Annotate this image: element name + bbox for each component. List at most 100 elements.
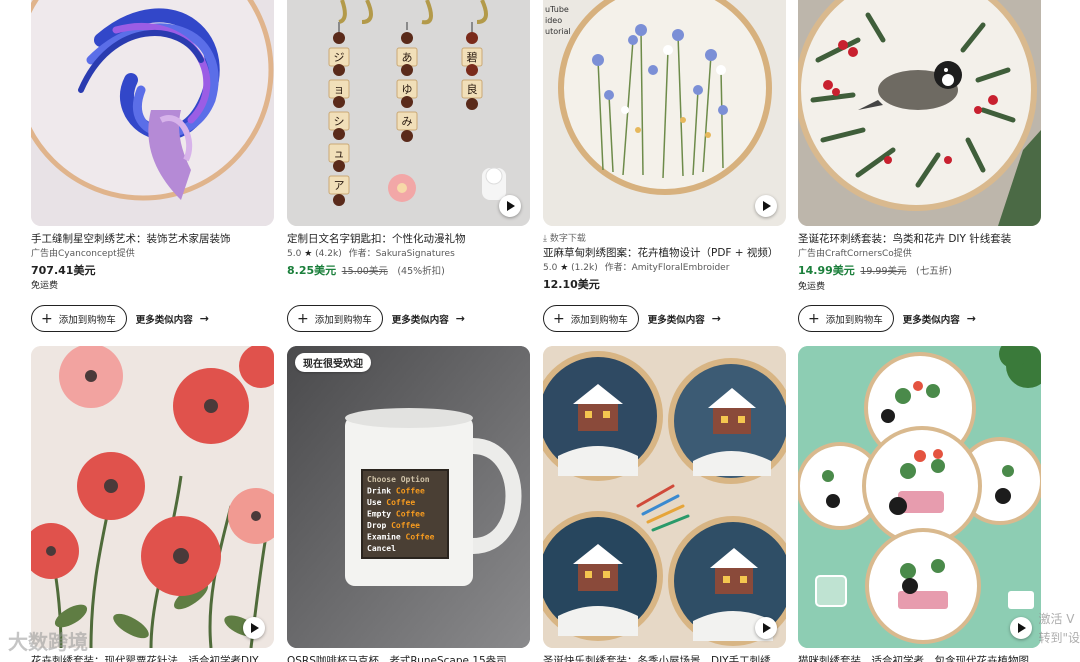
product-card[interactable]: 圣诞花环刺绣套装：鸟类和花卉 DIY 针线套装 广告由CraftCornersC…: [798, 0, 1041, 294]
product-card[interactable]: Choose Option Drink Coffee Use Coffee Empty…: [287, 346, 530, 662]
shipping-label: 免运费: [798, 282, 826, 292]
download-icon: ⤓: [543, 234, 547, 244]
product-title[interactable]: 花卉刺绣套装：现代罂粟花针法，适合初学者DIY: [31, 654, 274, 662]
activation-line-2: 转到"设: [1038, 631, 1080, 645]
trending-badge: 现在很受欢迎: [295, 353, 371, 372]
more-like-this-link[interactable]: 更多类似内容 →: [648, 312, 721, 326]
keychain-bead: [333, 32, 345, 44]
add-to-cart-label: 添加到购物车: [570, 314, 628, 326]
plus-icon: +: [553, 310, 565, 327]
play-video-icon[interactable]: [755, 617, 777, 639]
play-video-icon[interactable]: [499, 195, 521, 217]
arrow-right-icon: →: [966, 312, 976, 325]
add-to-cart-button[interactable]: + 添加到购物车: [543, 305, 639, 332]
keychain-letter: ジ: [334, 51, 345, 64]
product-card[interactable]: 圣诞快乐刺绣套装：冬季小屋场景，DIY手工刺绣: [543, 346, 786, 662]
keychain-letter: ゆ: [402, 83, 413, 96]
product-image[interactable]: [798, 0, 1041, 226]
keychain-bead: [466, 32, 478, 44]
keychain-bead: [466, 64, 478, 76]
product-title[interactable]: 手工缝制星空刺绣艺术：装饰艺术家居装饰: [31, 232, 274, 247]
more-like-this-link[interactable]: 更多类似内容 →: [136, 312, 209, 326]
product-title[interactable]: 定制日文名字钥匙扣：个性化动漫礼物: [287, 232, 530, 247]
keychain-letter: ア: [334, 179, 345, 192]
seller-name[interactable]: 作者：SakuraSignatures: [349, 249, 455, 259]
play-video-icon[interactable]: [1010, 617, 1032, 639]
product-card[interactable]: ジョシュア あゆみ 碧良 定制日文名字钥匙扣：个性化动漫礼物 5.0 ★ (4.2k…: [287, 0, 530, 281]
product-image[interactable]: [31, 346, 274, 648]
mug-menu-line: Cancel: [367, 544, 396, 553]
keychain-letter: み: [402, 115, 413, 128]
sale-price: 14.99美元: [798, 264, 855, 277]
keychain-letter: ュ: [334, 147, 345, 160]
more-like-this-link[interactable]: 更多类似内容 →: [392, 312, 465, 326]
product-title[interactable]: 猫咪刺绣套装，适合初学者，包含现代花卉植物图: [798, 654, 1041, 662]
activation-notice: 激活 V 转到"设: [1038, 610, 1080, 648]
product-card[interactable]: 猫咪刺绣套装，适合初学者，包含现代花卉植物图: [798, 346, 1041, 662]
sale-price: 8.25美元: [287, 264, 337, 277]
price: 12.10美元: [543, 278, 600, 291]
add-to-cart-button[interactable]: + 添加到购物车: [287, 305, 383, 332]
plus-icon: +: [297, 310, 309, 327]
product-title[interactable]: OSRS咖啡杯马克杯，老式RuneScape 15盎司: [287, 654, 530, 662]
product-image[interactable]: uTube ideo utorial: [543, 0, 786, 226]
product-image[interactable]: ジョシュア あゆみ 碧良: [287, 0, 530, 226]
product-card[interactable]: 手工缝制星空刺绣艺术：装饰艺术家居装饰 广告由Cyanconcept提供 707…: [31, 0, 274, 293]
watermark-logo: 大数跨境: [8, 626, 88, 655]
more-like-this-label: 更多类似内容: [902, 314, 960, 326]
corner-text-3: utorial: [545, 27, 571, 36]
arrow-right-icon: →: [199, 312, 209, 325]
keychain-bead: [401, 96, 413, 108]
seller-name[interactable]: 作者：AmityFloralEmbroider: [605, 263, 730, 273]
review-count: (4.2k): [315, 249, 342, 259]
product-title[interactable]: 圣诞快乐刺绣套装：冬季小屋场景，DIY手工刺绣: [543, 654, 786, 662]
add-to-cart-button[interactable]: + 添加到购物车: [31, 305, 127, 332]
add-to-cart-label: 添加到购物车: [314, 314, 372, 326]
product-image[interactable]: [543, 346, 786, 648]
star-icon: ★: [304, 249, 313, 259]
product-card[interactable]: 花卉刺绣套装：现代罂粟花针法，适合初学者DIY: [31, 346, 274, 662]
play-video-icon[interactable]: [755, 195, 777, 217]
original-price: 15.00美元: [341, 266, 388, 277]
arrow-right-icon: →: [455, 312, 465, 325]
keychain-bead: [333, 160, 345, 172]
product-card[interactable]: uTube ideo utorial ⤓ 数字下载 亚麻草甸刺绣图案：花卉植物设…: [543, 0, 786, 294]
add-to-cart-button[interactable]: + 添加到购物车: [798, 305, 894, 332]
more-like-this-link[interactable]: 更多类似内容 →: [903, 312, 976, 326]
keychain-bead: [333, 128, 345, 140]
product-title[interactable]: 圣诞花环刺绣套装：鸟类和花卉 DIY 针线套装: [798, 232, 1041, 247]
product-image[interactable]: [798, 346, 1041, 648]
shipping-label: 免运费: [31, 281, 59, 291]
keychain-letter: シ: [334, 115, 345, 128]
mug-menu-line: Drop Coffee: [367, 521, 420, 530]
ad-label: 广告由Cyanconcept提供: [31, 249, 135, 259]
keychain-letter: あ: [402, 51, 413, 64]
play-video-icon[interactable]: [243, 617, 265, 639]
more-like-this-label: 更多类似内容: [647, 314, 705, 326]
watermark-text: 大数跨境: [8, 630, 88, 654]
arrow-right-icon: →: [711, 312, 721, 325]
keychain-bead: [333, 64, 345, 76]
corner-text-1: uTube: [545, 5, 569, 14]
product-image[interactable]: Choose Option Drink Coffee Use Coffee Empty…: [287, 346, 530, 648]
keychain-bead: [466, 98, 478, 110]
keychain-bead: [401, 130, 413, 142]
discount-label: (七五折): [916, 266, 952, 277]
review-count: (1.2k): [571, 263, 598, 273]
keychain-bead: [333, 194, 345, 206]
activation-line-1: 激活 V: [1038, 612, 1075, 626]
digital-download-label: 数字下载: [549, 234, 586, 244]
mug-menu-line: Drink Coffee: [367, 486, 425, 496]
original-price: 19.99美元: [860, 266, 907, 277]
add-to-cart-label: 添加到购物车: [58, 314, 116, 326]
keychain-letter: 良: [467, 82, 478, 96]
ad-label: 广告由CraftCornersCo提供: [798, 249, 912, 259]
product-title[interactable]: 亚麻草甸刺绣图案：花卉植物设计（PDF + 视频）: [543, 246, 786, 261]
plus-icon: +: [808, 310, 820, 327]
corner-text-2: ideo: [545, 16, 562, 25]
product-image[interactable]: [31, 0, 274, 226]
keychain-bead: [333, 96, 345, 108]
more-like-this-label: 更多类似内容: [135, 314, 193, 326]
keychain-letter: 碧: [467, 51, 478, 64]
rating-value: 5.0: [287, 249, 302, 259]
